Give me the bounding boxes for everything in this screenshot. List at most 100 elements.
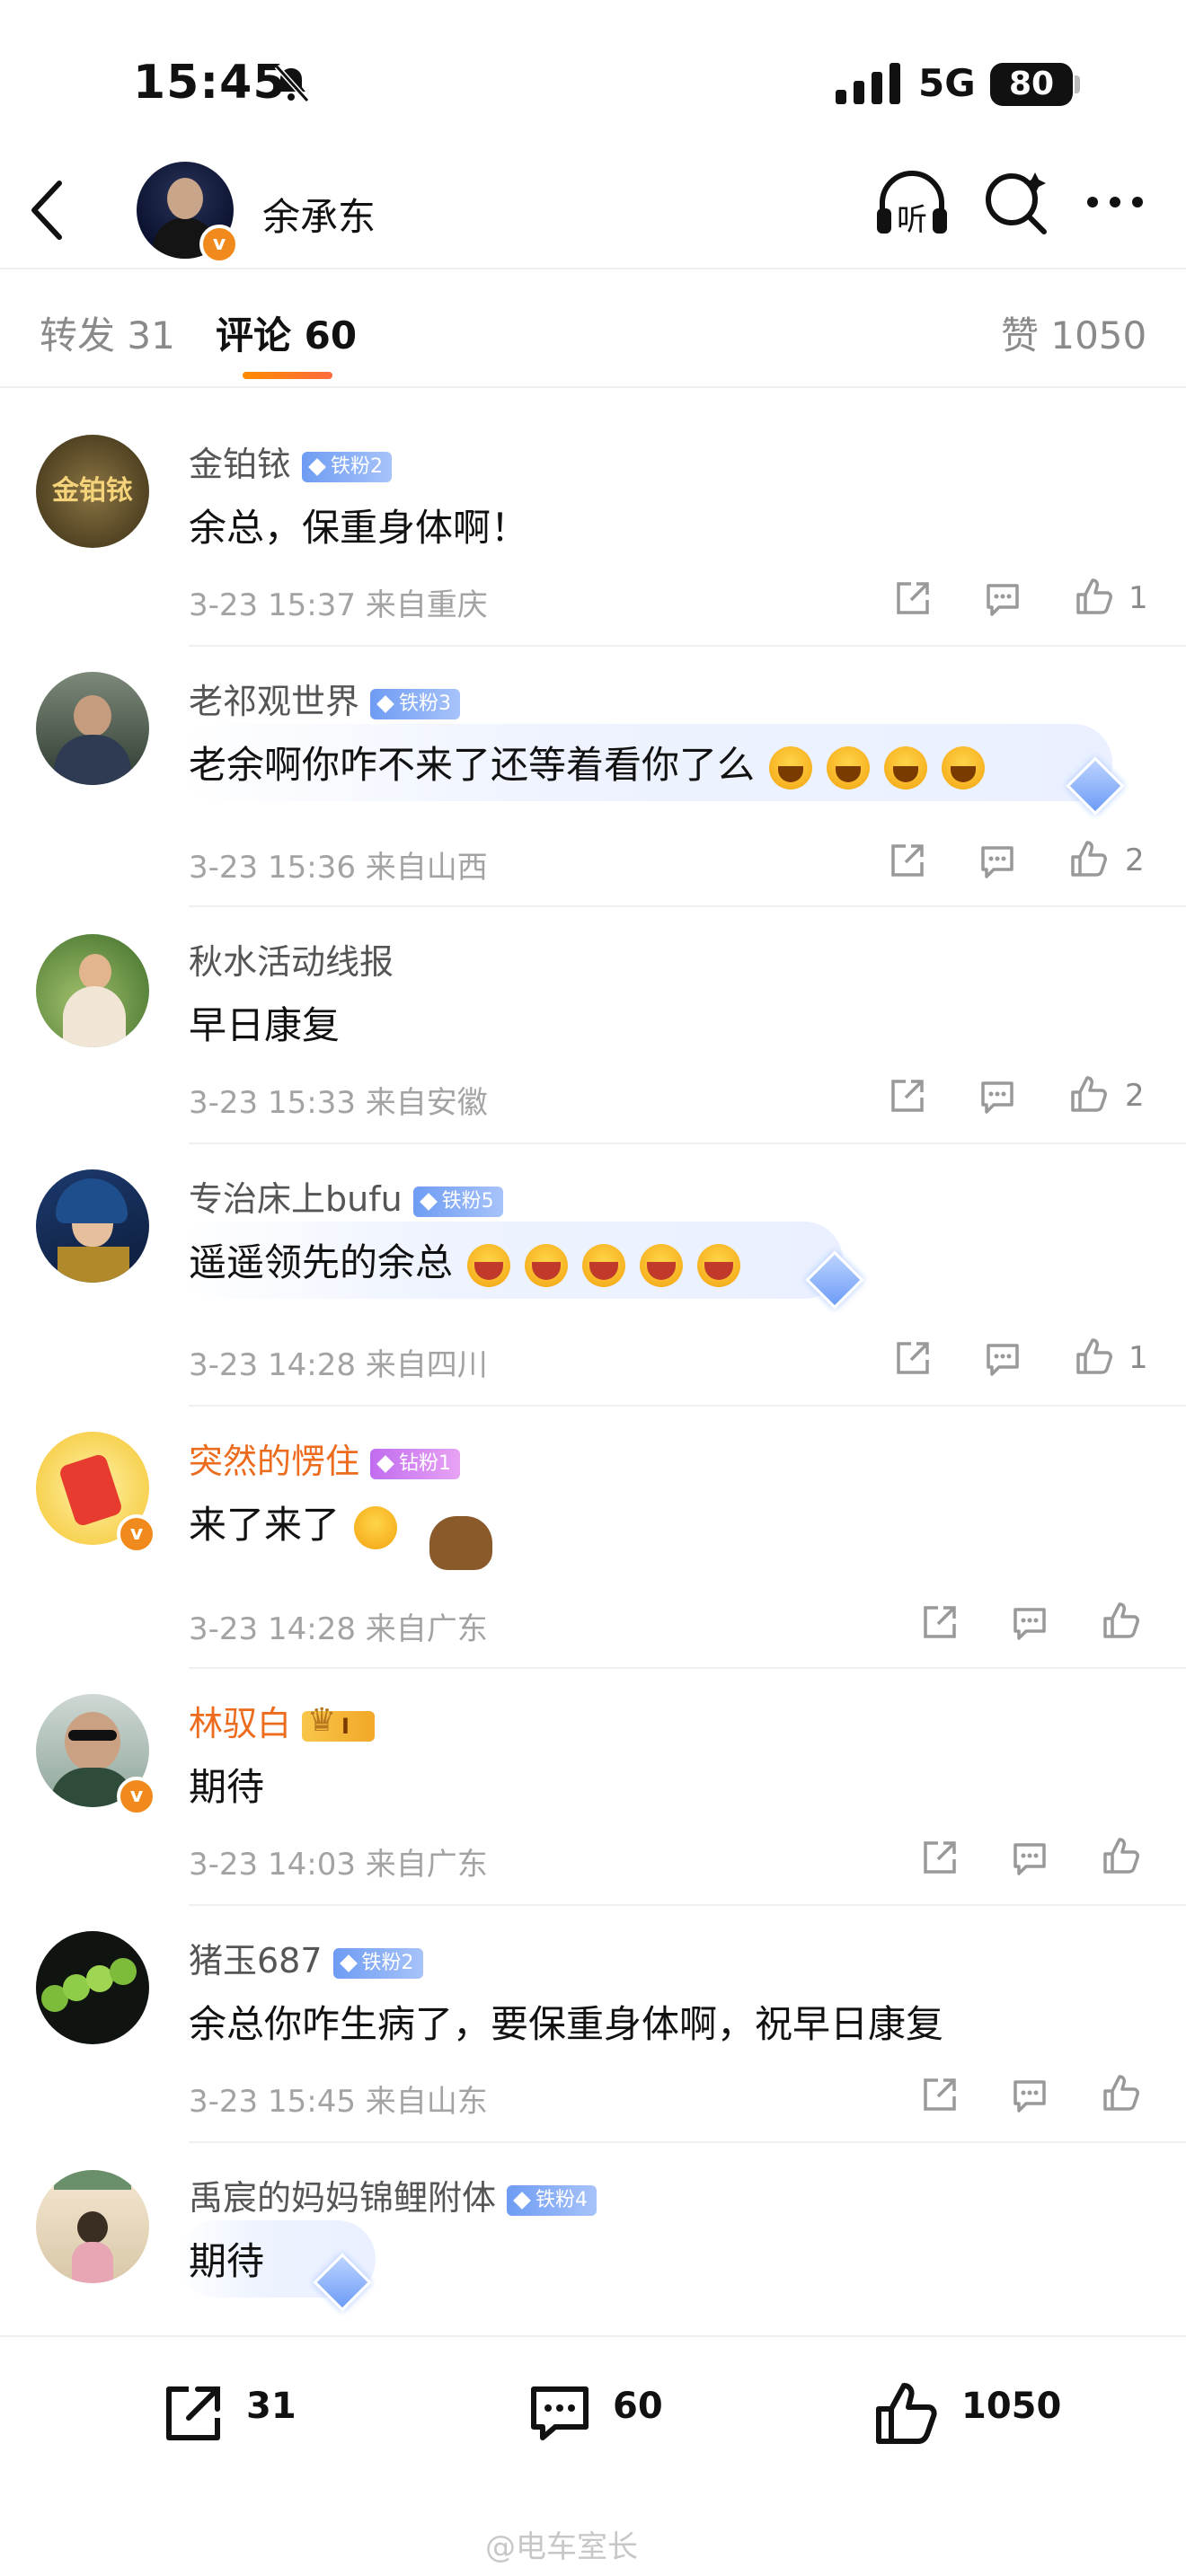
reply-icon[interactable] bbox=[983, 1338, 1022, 1378]
signal-icon bbox=[836, 63, 900, 104]
battery-icon: 80 bbox=[990, 63, 1073, 106]
like-count: 2 bbox=[1125, 1078, 1145, 1114]
comment-divider bbox=[189, 905, 1186, 907]
fan-badge: 铁粉2 bbox=[302, 451, 393, 482]
share-icon[interactable] bbox=[893, 1338, 933, 1378]
laughing-emoji-icon bbox=[697, 1243, 741, 1287]
crying-emoji-icon bbox=[942, 745, 986, 790]
comment-meta: 3-23 15:45 来自山东 bbox=[189, 2084, 488, 2120]
like-icon[interactable] bbox=[873, 2380, 940, 2447]
share-icon[interactable] bbox=[920, 1838, 960, 1877]
like-icon[interactable] bbox=[1075, 1337, 1114, 1376]
like-icon[interactable] bbox=[1102, 1601, 1141, 1640]
comment-divider bbox=[189, 2141, 1186, 2143]
comment-divider bbox=[189, 1667, 1186, 1669]
laughing-emoji-icon bbox=[525, 1243, 569, 1287]
like-count: 2 bbox=[1125, 842, 1145, 878]
bottom-action-bar: 31 60 1050 bbox=[0, 2335, 1186, 2490]
comment-text: 余总，保重身体啊！ bbox=[189, 506, 529, 550]
laughing-emoji-icon bbox=[640, 1243, 684, 1287]
laughing-emoji-icon bbox=[467, 1243, 511, 1287]
gem-icon bbox=[339, 1954, 358, 1972]
commenter-avatar[interactable] bbox=[36, 1169, 149, 1283]
fan-badge: 铁粉4 bbox=[507, 2184, 597, 2216]
like-icon[interactable] bbox=[1102, 1836, 1141, 1875]
like-icon[interactable] bbox=[1075, 577, 1114, 616]
reply-icon[interactable] bbox=[978, 1076, 1017, 1116]
like-icon[interactable] bbox=[1102, 2073, 1141, 2113]
commenter-avatar[interactable] bbox=[36, 2170, 149, 2283]
reply-icon[interactable] bbox=[1010, 2075, 1049, 2114]
share-icon[interactable] bbox=[893, 578, 933, 618]
status-time: 15:45 bbox=[133, 56, 287, 110]
commenter-name[interactable]: 禹宸的妈妈锦鲤附体 铁粉4 bbox=[189, 2170, 597, 2219]
comment-count[interactable]: 60 bbox=[613, 2386, 663, 2427]
tab-comments[interactable]: 评论 60 bbox=[216, 305, 357, 360]
bell-muted-icon bbox=[274, 64, 310, 102]
commenter-name[interactable]: 金铂铱 铁粉2 bbox=[189, 437, 393, 486]
reply-icon[interactable] bbox=[978, 841, 1017, 880]
commenter-name[interactable]: 专治床上bufu 铁粉5 bbox=[189, 1171, 503, 1221]
share-icon[interactable] bbox=[888, 841, 927, 880]
comment-meta: 3-23 14:28 来自广东 bbox=[189, 1611, 488, 1647]
svg-text:听: 听 bbox=[897, 202, 927, 238]
share-icon[interactable] bbox=[920, 2075, 960, 2114]
like-icon[interactable] bbox=[1069, 839, 1109, 878]
verified-badge-icon: v bbox=[117, 1514, 156, 1554]
search-icon[interactable] bbox=[976, 162, 1057, 243]
repost-count[interactable]: 31 bbox=[246, 2386, 296, 2427]
verified-badge-icon: v bbox=[117, 1777, 156, 1816]
comment-divider bbox=[189, 1405, 1186, 1407]
gem-icon bbox=[376, 694, 394, 713]
tabs-divider bbox=[0, 386, 1186, 388]
comment-text: 早日康复 bbox=[189, 1003, 341, 1047]
commenter-avatar[interactable] bbox=[36, 1931, 149, 2044]
gem-icon bbox=[308, 457, 326, 476]
fan-badge: 钻粉1 bbox=[370, 1448, 461, 1479]
crying-emoji-icon bbox=[827, 745, 871, 790]
network-type: 5G bbox=[918, 61, 976, 105]
more-icon[interactable] bbox=[1075, 162, 1155, 243]
commenter-avatar[interactable] bbox=[36, 934, 149, 1047]
like-count-total[interactable]: 1050 bbox=[961, 2386, 1061, 2427]
comment-text: 老余啊你咋不来了还等着看你了么 bbox=[189, 735, 986, 790]
reply-icon[interactable] bbox=[1010, 1602, 1049, 1642]
comment-text: 来了来了 bbox=[189, 1495, 398, 1549]
header-divider bbox=[0, 268, 1186, 269]
comment-meta: 3-23 15:33 来自安徽 bbox=[189, 1085, 488, 1121]
verified-badge-icon: v bbox=[199, 225, 239, 264]
listen-headphones-icon[interactable]: 听 bbox=[872, 162, 952, 243]
comment-meta: 3-23 15:37 来自重庆 bbox=[189, 587, 488, 623]
commenter-name[interactable]: 秋水活动线报 bbox=[189, 934, 394, 984]
gem-icon bbox=[513, 2191, 531, 2210]
share-icon[interactable] bbox=[888, 1076, 927, 1116]
commenter-avatar[interactable] bbox=[36, 672, 149, 785]
comment-divider bbox=[189, 1142, 1186, 1144]
tab-active-indicator bbox=[243, 372, 332, 379]
comment-meta: 3-23 14:03 来自广东 bbox=[189, 1847, 488, 1883]
like-count: 1 bbox=[1128, 1340, 1148, 1376]
comment-icon[interactable] bbox=[527, 2380, 593, 2447]
reply-icon[interactable] bbox=[983, 578, 1022, 618]
repost-icon[interactable] bbox=[160, 2380, 226, 2447]
commenter-avatar[interactable]: 金铂铱 bbox=[36, 435, 149, 548]
comment-text: 期待 bbox=[189, 1765, 265, 1809]
gem-icon bbox=[376, 1454, 394, 1473]
share-icon[interactable] bbox=[920, 1602, 960, 1642]
tab-likes[interactable]: 赞 1050 bbox=[1001, 305, 1146, 360]
comment-meta: 3-23 14:28 来自四川 bbox=[189, 1347, 488, 1383]
commenter-name[interactable]: 突然的愣住 钻粉1 bbox=[189, 1434, 461, 1483]
commenter-name[interactable]: 老祁观世界 铁粉3 bbox=[189, 674, 461, 723]
fan-badge: 铁粉3 bbox=[370, 688, 461, 719]
comment-divider bbox=[189, 1904, 1186, 1906]
comment-text: 期待 bbox=[189, 2239, 265, 2283]
bear-sticker-icon bbox=[429, 1516, 492, 1570]
reply-icon[interactable] bbox=[1010, 1838, 1049, 1877]
like-icon[interactable] bbox=[1069, 1074, 1109, 1114]
laughing-emoji-icon bbox=[582, 1243, 626, 1287]
commenter-name[interactable]: 林驭白I bbox=[189, 1696, 375, 1745]
tab-repost[interactable]: 转发 31 bbox=[40, 305, 175, 360]
commenter-name[interactable]: 猪玉687 铁粉2 bbox=[189, 1933, 423, 1982]
comment-meta: 3-23 15:36 来自山西 bbox=[189, 850, 488, 886]
back-arrow-icon[interactable] bbox=[27, 178, 66, 243]
